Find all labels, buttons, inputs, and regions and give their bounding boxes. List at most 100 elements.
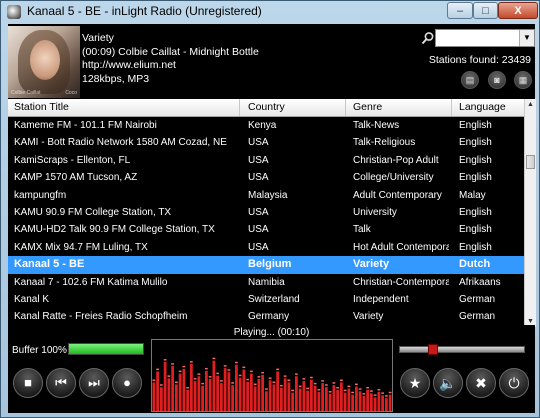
search-icon[interactable]: [421, 31, 435, 45]
spectrum-bar: [246, 381, 250, 411]
column-separator[interactable]: [239, 99, 240, 116]
next-icon: ⏭: [88, 375, 100, 390]
spectrum-peak: [287, 379, 291, 381]
filter-icon[interactable]: ▤: [461, 71, 479, 89]
spectrum-bar: [249, 373, 253, 411]
main-panel: Colbie Caillat Coco Variety (00:09) Colb…: [8, 24, 536, 413]
spectrum-peak: [257, 376, 261, 378]
search-input[interactable]: ▼: [435, 29, 535, 47]
favorite-button[interactable]: ★: [400, 368, 430, 398]
volume-slider-knob[interactable]: [427, 344, 438, 355]
cell-title: KAMX Mix 94.7 FM Luling, TX: [14, 241, 148, 253]
buffer-progress-bar: [68, 343, 144, 355]
spectrum-bar: [272, 384, 276, 411]
close-button[interactable]: X: [498, 2, 538, 19]
spectrum-peak: [347, 385, 351, 388]
cell-country: USA: [248, 241, 269, 253]
spectrum-bar: [358, 391, 362, 411]
spectrum-bar: [373, 397, 377, 411]
cell-language: English: [459, 154, 492, 166]
buffer-progress-fill: [69, 344, 143, 354]
spectrum-peak: [204, 367, 208, 370]
spectrum-bar: [152, 382, 156, 411]
search-dropdown-arrow-icon[interactable]: ▼: [519, 30, 534, 46]
previous-button[interactable]: ⏮: [46, 368, 76, 398]
table-row[interactable]: KAMX Mix 94.7 FM Luling, TX USA Hot Adult …: [8, 239, 524, 256]
next-button[interactable]: ⏭: [79, 368, 109, 398]
spectrum-peak: [388, 391, 392, 394]
spectrum-bar: [182, 368, 186, 411]
column-header-country[interactable]: Country: [248, 101, 285, 113]
title-bar[interactable]: Kanaal 5 - BE - inLight Radio (Unregiste…: [1, 1, 539, 23]
spectrum-peak: [163, 359, 167, 361]
spectrum-peak: [381, 392, 385, 394]
spectrum-bar: [328, 393, 332, 411]
cell-language: English: [459, 224, 492, 236]
cell-language: German: [459, 294, 496, 305]
table-scrollbar[interactable]: ▲ ▼: [524, 99, 536, 327]
spectrum-bar: [381, 395, 385, 411]
scroll-up-icon[interactable]: ▲: [525, 99, 536, 110]
table-row[interactable]: Kanaal 7 - 102.6 FM Katima Mulilo Namibia…: [8, 274, 524, 291]
spectrum-bar: [377, 391, 381, 411]
mute-button[interactable]: 🔈: [433, 368, 463, 398]
tools-icon: ✖: [475, 375, 487, 391]
cell-genre: Talk-Religious: [353, 137, 416, 149]
cell-language: Malay: [459, 189, 486, 201]
table-row[interactable]: KAMP 1570 AM Tucson, AZ USA College/Univer…: [8, 169, 524, 186]
volume-slider[interactable]: [399, 344, 525, 355]
spectrum-bar: [283, 378, 287, 411]
maximize-button[interactable]: □: [473, 2, 498, 19]
app-logo-icon: [7, 5, 21, 19]
spectrum-peak: [167, 375, 171, 377]
table-row[interactable]: Kameme FM - 101.1 FM Nairobi Kenya Talk-Ne…: [8, 117, 524, 134]
table-row[interactable]: KAMI - Bott Radio Network 1580 AM Cozad,…: [8, 134, 524, 151]
chat-icon[interactable]: ◙: [488, 71, 506, 89]
cell-language: Afrikaans: [459, 276, 501, 288]
cell-title: Kanal Ratte - Freies Radio Schopfheim: [14, 311, 188, 323]
spectrum-peak: [369, 390, 373, 392]
table-row[interactable]: kampungfm Malaysia Adult Contemporary Malay: [8, 187, 524, 204]
stop-button[interactable]: ■: [13, 368, 43, 398]
spectrum-bar: [294, 376, 298, 411]
spectrum-bar: [238, 377, 242, 411]
column-header-station-title[interactable]: Station Title: [14, 101, 69, 113]
cell-language: English: [459, 120, 492, 131]
cell-genre: Christian-Contempora...: [353, 276, 449, 288]
spectrum-bar: [264, 391, 268, 411]
settings-button[interactable]: ✖: [466, 368, 496, 398]
table-row[interactable]: Kanaal 5 - BE Belgium Variety Dutch: [8, 256, 524, 274]
spectrum-peak: [351, 391, 355, 394]
spectrum-peak: [302, 378, 306, 380]
spectrum-bar: [197, 376, 201, 411]
grid-icon[interactable]: ▦: [514, 71, 532, 89]
spectrum-peak: [208, 376, 212, 378]
table-row[interactable]: KamiScraps - Ellenton, FL USA Christian-Po…: [8, 152, 524, 169]
table-row[interactable]: Kanal Ratte - Freies Radio Schopfheim Ger…: [8, 308, 524, 325]
power-button[interactable]: ⏻: [499, 368, 529, 398]
column-separator[interactable]: [345, 99, 346, 116]
column-header-language[interactable]: Language: [459, 101, 506, 113]
spectrum-bar: [324, 387, 328, 411]
cell-genre: Christian-Pop Adult: [353, 154, 439, 166]
cell-country: Switzerland: [248, 294, 300, 305]
spectrum-bar: [189, 364, 193, 411]
table-row[interactable]: KAMU-HD2 Talk 90.9 FM College Station, T…: [8, 221, 524, 238]
spectrum-peak: [294, 373, 298, 375]
scrollbar-thumb[interactable]: [526, 155, 535, 169]
spectrum-peak: [354, 383, 358, 386]
record-button[interactable]: ●: [112, 368, 142, 398]
minimize-button[interactable]: –: [447, 2, 473, 19]
search-input-value: [436, 35, 438, 46]
table-row[interactable]: KAMU 90.9 FM College Station, TX USA Unive…: [8, 204, 524, 221]
cell-country: Kenya: [248, 120, 277, 131]
column-separator[interactable]: [451, 99, 452, 116]
column-header-genre[interactable]: Genre: [353, 101, 382, 113]
table-row[interactable]: Kanal K Switzerland Independent German: [8, 291, 524, 308]
spectrum-peak: [253, 383, 257, 386]
spectrum-bar: [159, 387, 163, 411]
spectrum-peak: [216, 372, 220, 375]
cell-title: Kameme FM - 101.1 FM Nairobi: [14, 120, 157, 131]
spectrum-bar: [321, 383, 325, 411]
record-icon: ●: [123, 375, 131, 390]
